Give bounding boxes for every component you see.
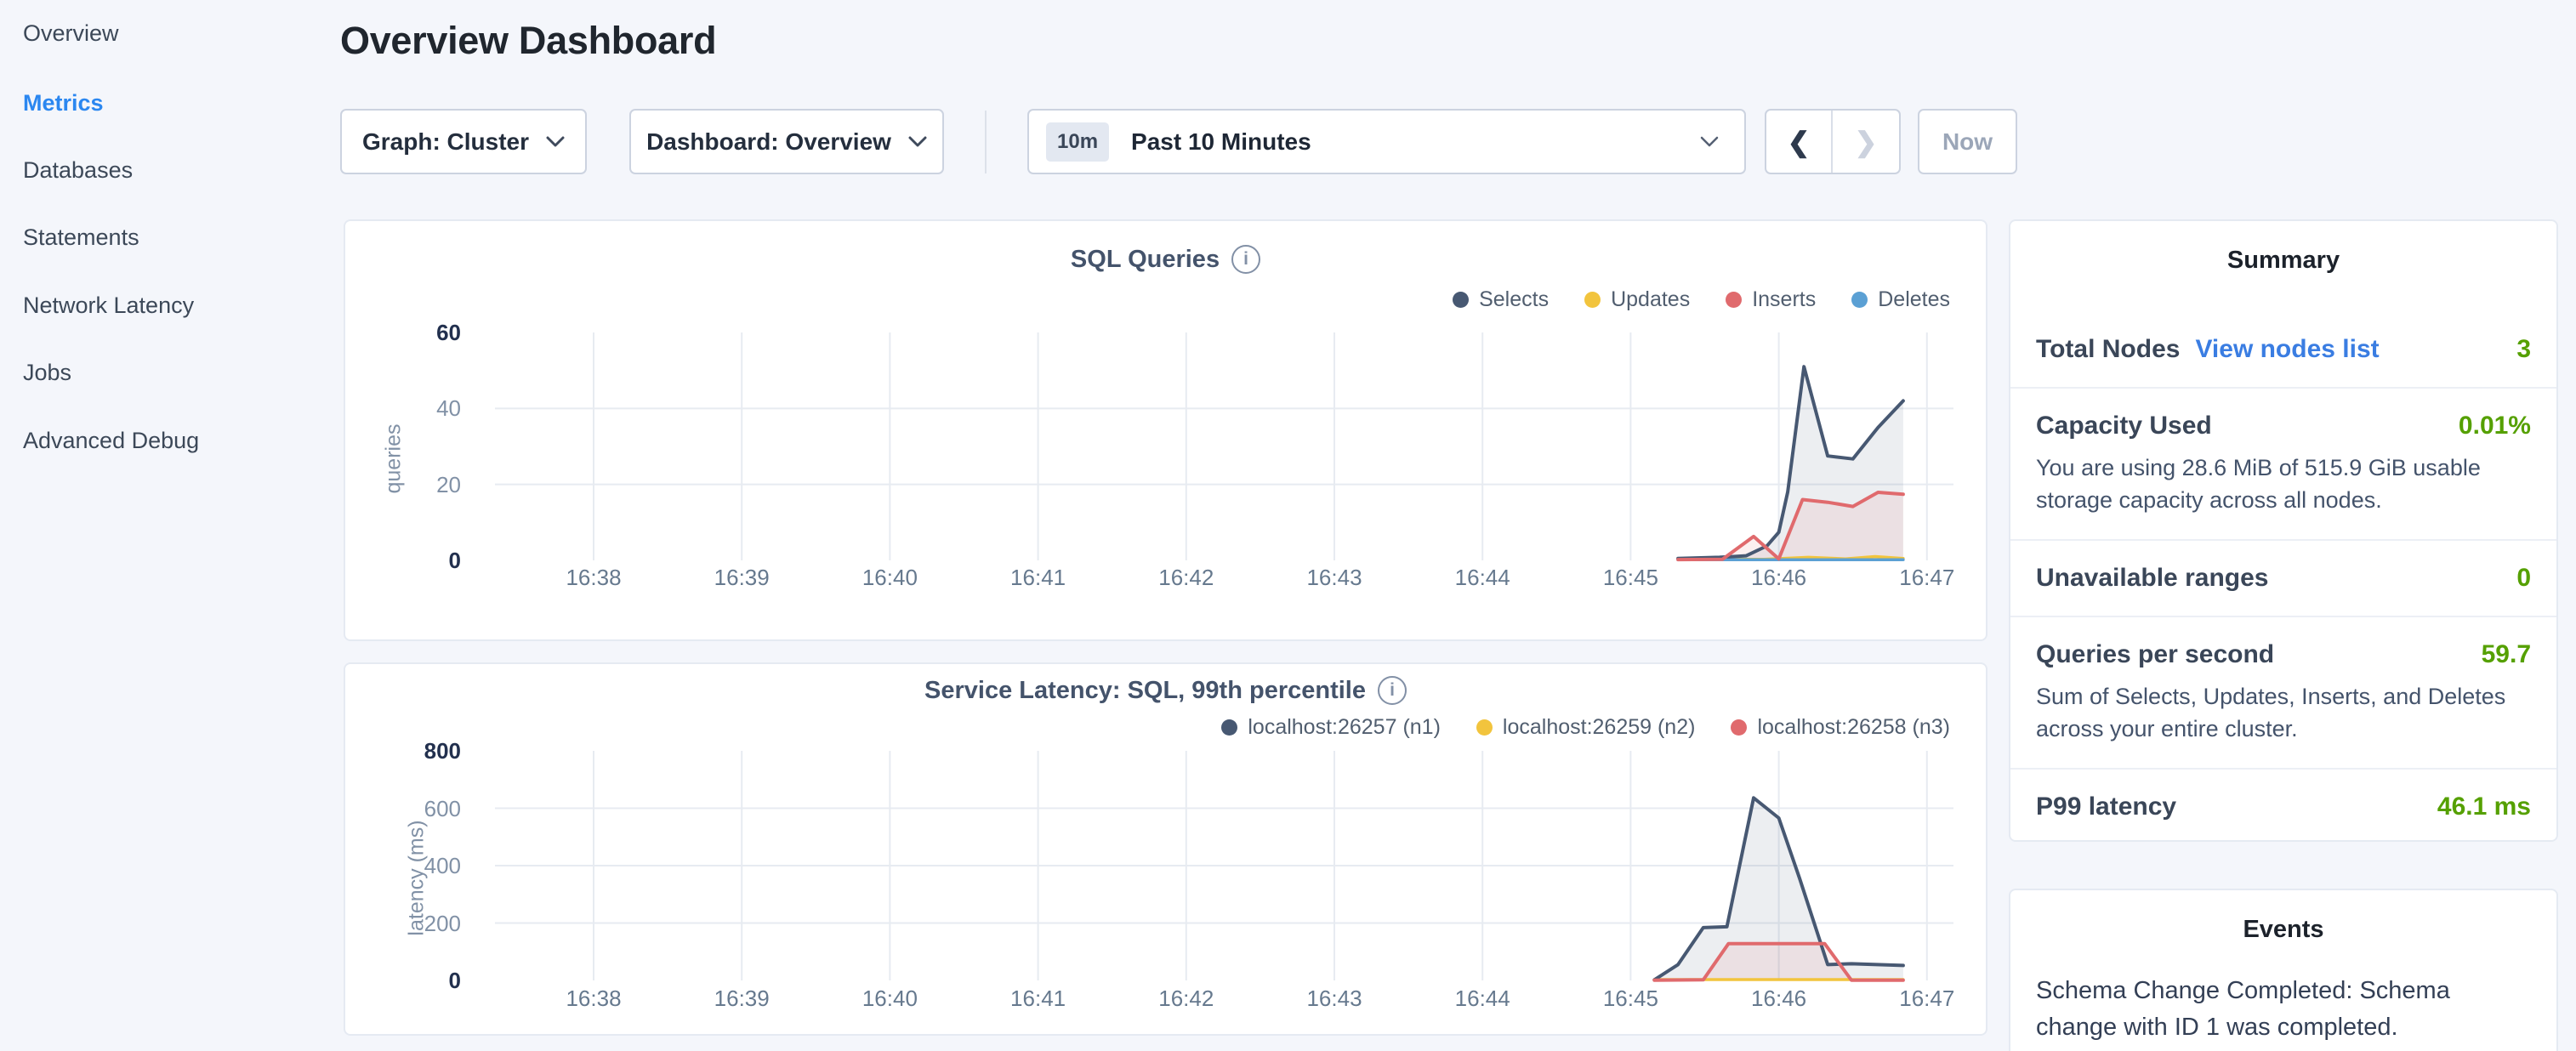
events-panel: Events Schema Change Completed: Schema c…	[2009, 889, 2558, 1051]
summary-row-label: P99 latency	[2036, 793, 2176, 821]
time-step-back-button[interactable]: ❮	[1766, 111, 1833, 173]
graph-selector-label: Graph: Cluster	[362, 128, 529, 156]
sidebar-item-advanced-debug[interactable]: Advanced Debug	[23, 428, 199, 454]
time-range-dropdown[interactable]: 10m Past 10 Minutes	[1027, 109, 1746, 174]
summary-row-head: Capacity Used 0.01%	[2036, 412, 2531, 440]
x-axis-tick: 16:43	[1306, 565, 1362, 591]
y-axis-tick: 0	[345, 968, 461, 994]
summary-row: Unavailable ranges 0	[2010, 539, 2556, 616]
x-axis-tick: 16:46	[1751, 565, 1806, 591]
x-axis-tick: 16:43	[1306, 986, 1362, 1012]
sidebar-item-jobs[interactable]: Jobs	[23, 360, 71, 386]
summary-row: P99 latency 46.1 ms	[2010, 768, 2556, 844]
sidebar-item-overview[interactable]: Overview	[23, 20, 119, 47]
sidebar-item-statements[interactable]: Statements	[23, 224, 139, 251]
x-axis-tick: 16:41	[1010, 565, 1066, 591]
x-axis-tick: 16:46	[1751, 986, 1806, 1012]
service-latency-chart-card: Service Latency: SQL, 99th percentileilo…	[344, 662, 1987, 1036]
sidebar-item-network-latency[interactable]: Network Latency	[23, 293, 194, 319]
summary-row-value: 59.7	[2482, 640, 2531, 669]
chevron-down-icon	[908, 136, 927, 148]
summary-row-head: Total Nodes View nodes list 3	[2036, 335, 2531, 364]
x-axis-tick: 16:47	[1899, 565, 1954, 591]
x-axis-tick: 16:39	[714, 565, 770, 591]
sidebar-item-metrics[interactable]: Metrics	[23, 90, 104, 116]
summary-row-value: 0.01%	[2459, 412, 2531, 440]
app-root: Overview Metrics Databases Statements Networ…	[0, 0, 2576, 1051]
summary-rows: Total Nodes View nodes list 3 Capacity Used…	[2010, 312, 2556, 844]
summary-row-head: Unavailable ranges 0	[2036, 564, 2531, 593]
x-axis-tick: 16:39	[714, 986, 770, 1012]
page-title: Overview Dashboard	[340, 19, 716, 63]
time-step-group: ❮ ❯	[1765, 109, 1901, 174]
y-axis-tick: 200	[345, 911, 461, 937]
summary-row-description: Sum of Selects, Updates, Inserts, and De…	[2036, 680, 2531, 745]
summary-row: Total Nodes View nodes list 3	[2010, 312, 2556, 387]
view-nodes-list-link[interactable]: View nodes list	[2195, 335, 2379, 364]
summary-row: Capacity Used 0.01% You are using 28.6 MiB…	[2010, 387, 2556, 539]
x-axis-tick: 16:42	[1158, 565, 1214, 591]
summary-row-head: Queries per second 59.7	[2036, 640, 2531, 669]
time-range-badge: 10m	[1046, 122, 1109, 162]
x-axis-tick: 16:42	[1158, 986, 1214, 1012]
x-axis-tick: 16:44	[1455, 565, 1510, 591]
summary-row-value: 0	[2516, 564, 2531, 593]
event-text: Schema Change Completed: Schema change w…	[2036, 973, 2531, 1046]
summary-row-label: Unavailable ranges	[2036, 564, 2268, 593]
y-axis-tick: 40	[345, 395, 461, 422]
now-button[interactable]: Now	[1918, 109, 2017, 174]
x-axis-tick: 16:44	[1455, 986, 1510, 1012]
x-axis-tick: 16:45	[1603, 986, 1658, 1012]
y-axis-label: queries	[382, 424, 407, 494]
x-axis-tick: 16:41	[1010, 986, 1066, 1012]
sidebar-item-databases[interactable]: Databases	[23, 157, 133, 184]
event-item: Schema Change Completed: Schema change w…	[2010, 944, 2556, 1051]
events-title: Events	[2010, 890, 2556, 944]
y-axis-tick: 60	[345, 320, 461, 346]
x-axis-tick: 16:38	[566, 986, 621, 1012]
y-axis-tick: 800	[345, 738, 461, 764]
summary-row-label: Total Nodes	[2036, 335, 2180, 364]
summary-row: Queries per second 59.7 Sum of Selects, Up…	[2010, 616, 2556, 768]
y-axis-tick: 400	[345, 853, 461, 879]
events-list: Schema Change Completed: Schema change w…	[2010, 944, 2556, 1051]
chevron-down-icon	[1700, 136, 1719, 148]
summary-row-value: 46.1 ms	[2437, 793, 2531, 821]
chevron-down-icon	[546, 136, 565, 148]
x-axis-tick: 16:40	[862, 565, 918, 591]
x-axis-tick: 16:40	[862, 986, 918, 1012]
dashboard-selector-label: Dashboard: Overview	[646, 128, 891, 156]
summary-title: Summary	[2010, 221, 2556, 275]
time-step-forward-button[interactable]: ❯	[1833, 111, 1899, 173]
dashboard-selector-dropdown[interactable]: Dashboard: Overview	[629, 109, 944, 174]
time-range-label: Past 10 Minutes	[1131, 128, 1311, 156]
x-axis-tick: 16:45	[1603, 565, 1658, 591]
y-axis-tick: 600	[345, 796, 461, 822]
summary-row-description: You are using 28.6 MiB of 515.9 GiB usab…	[2036, 452, 2531, 516]
summary-row-label: Capacity Used	[2036, 412, 2212, 440]
summary-panel: Summary Total Nodes View nodes list 3 Capac…	[2009, 219, 2558, 842]
chart-plot-area[interactable]	[345, 664, 1989, 1037]
y-axis-tick: 0	[345, 548, 461, 574]
summary-row-head: P99 latency 46.1 ms	[2036, 793, 2531, 821]
sql-queries-chart-card: SQL QueriesiSelectsUpdatesInsertsDeletes…	[344, 219, 1987, 641]
x-axis-tick: 16:47	[1899, 986, 1954, 1012]
x-axis-tick: 16:38	[566, 565, 621, 591]
y-axis-label: latency (ms)	[405, 820, 429, 935]
toolbar-divider	[985, 111, 987, 173]
graph-selector-dropdown[interactable]: Graph: Cluster	[340, 109, 587, 174]
summary-row-label: Queries per second	[2036, 640, 2274, 669]
summary-row-value: 3	[2516, 335, 2531, 364]
